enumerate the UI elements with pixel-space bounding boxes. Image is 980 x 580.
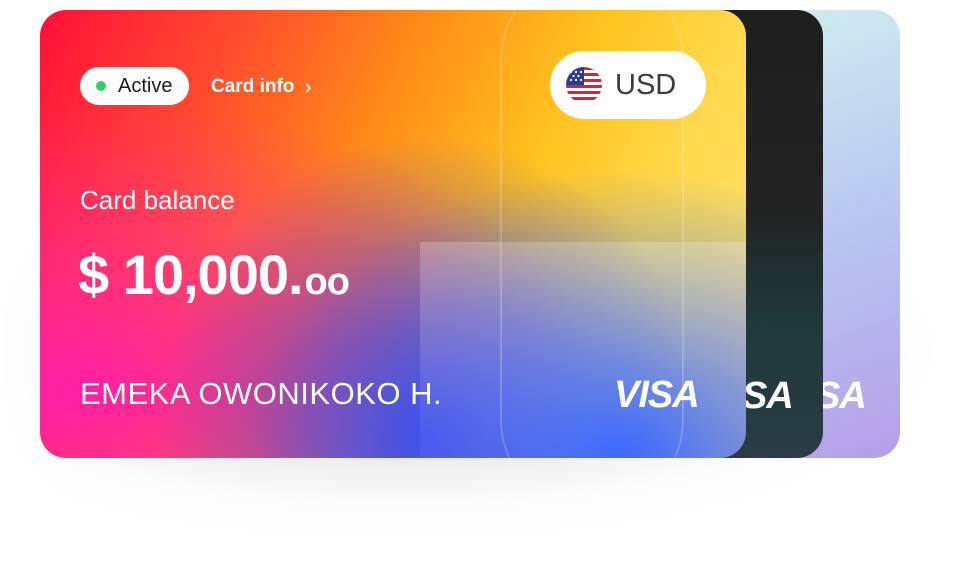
balance-label: Card balance	[80, 185, 235, 215]
chevron-right-icon: ›	[304, 74, 312, 99]
status-badge: Active	[80, 67, 190, 105]
status-label: Active	[118, 74, 173, 97]
visa-logo: VISA	[614, 374, 700, 416]
card-stack: N SA N SA Active Card info ›	[0, 0, 980, 580]
us-flag-icon	[566, 67, 602, 103]
active-dot-icon	[96, 81, 106, 91]
card-info-label: Card info	[211, 76, 295, 97]
balance-main: $ 10,000.	[78, 243, 304, 306]
card-front[interactable]: Active Card info › USD Card balance $ 10…	[40, 10, 746, 458]
card-holder-name: EMEKA OWONIKOKO H.	[80, 376, 443, 411]
balance-amount: $ 10,000. oo	[78, 242, 350, 307]
card-info-link[interactable]: Card info ›	[211, 74, 312, 100]
balance-cents: oo	[304, 261, 350, 303]
visa-logo-partial: SA	[742, 375, 794, 417]
currency-label: USD	[615, 68, 677, 101]
currency-selector[interactable]: USD	[550, 51, 706, 119]
